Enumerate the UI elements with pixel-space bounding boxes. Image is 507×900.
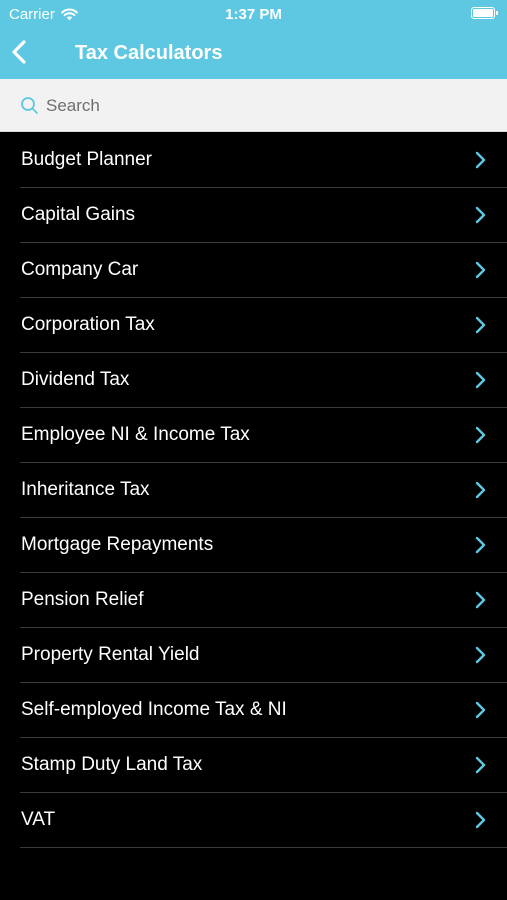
list-item-label: Budget Planner	[21, 149, 152, 170]
list-item-property-rental-yield[interactable]: Property Rental Yield	[0, 628, 507, 683]
chevron-right-icon	[475, 151, 486, 169]
list-item-label: Self-employed Income Tax & NI	[21, 699, 287, 720]
navigation-bar: Tax Calculators	[0, 28, 507, 79]
list-item-label: VAT	[21, 809, 56, 830]
calculator-list: Budget Planner Capital Gains Company Car…	[0, 133, 507, 848]
header-bar: Carrier 1:37 PM Tax Calculators	[0, 0, 507, 79]
list-item-label: Company Car	[21, 259, 139, 280]
list-item-dividend-tax[interactable]: Dividend Tax	[0, 353, 507, 408]
status-time: 1:37 PM	[225, 6, 282, 23]
chevron-right-icon	[475, 701, 486, 719]
list-item-label: Employee NI & Income Tax	[21, 424, 250, 445]
list-item-label: Mortgage Repayments	[21, 534, 214, 555]
status-bar: Carrier 1:37 PM	[0, 0, 507, 28]
chevron-right-icon	[475, 646, 486, 664]
list-item-label: Property Rental Yield	[21, 644, 200, 665]
chevron-left-icon	[12, 40, 26, 64]
page-title: Tax Calculators	[75, 42, 223, 64]
search-icon	[21, 97, 38, 114]
list-item-vat[interactable]: VAT	[0, 793, 507, 848]
list-item-pension-relief[interactable]: Pension Relief	[0, 573, 507, 628]
chevron-right-icon	[475, 316, 486, 334]
battery-icon	[471, 7, 498, 19]
list-item-label: Capital Gains	[21, 204, 136, 225]
list-item-company-car[interactable]: Company Car	[0, 243, 507, 298]
chevron-right-icon	[475, 206, 486, 224]
list-item-employee-ni-income-tax[interactable]: Employee NI & Income Tax	[0, 408, 507, 463]
list-item-self-employed-income-tax-ni[interactable]: Self-employed Income Tax & NI	[0, 683, 507, 738]
chevron-right-icon	[475, 481, 486, 499]
chevron-right-icon	[475, 426, 486, 444]
back-button[interactable]	[8, 36, 32, 68]
chevron-right-icon	[475, 811, 486, 829]
list-item-budget-planner[interactable]: Budget Planner	[0, 133, 507, 188]
chevron-right-icon	[475, 261, 486, 279]
list-item-inheritance-tax[interactable]: Inheritance Tax	[0, 463, 507, 518]
chevron-right-icon	[475, 536, 486, 554]
list-item-label: Inheritance Tax	[21, 479, 150, 500]
list-item-label: Stamp Duty Land Tax	[21, 754, 203, 775]
chevron-right-icon	[475, 371, 486, 389]
chevron-right-icon	[475, 756, 486, 774]
list-item-capital-gains[interactable]: Capital Gains	[0, 188, 507, 243]
search-input[interactable]	[46, 93, 486, 119]
list-item-mortgage-repayments[interactable]: Mortgage Repayments	[0, 518, 507, 573]
list-item-label: Corporation Tax	[21, 314, 155, 335]
list-item-label: Pension Relief	[21, 589, 144, 610]
chevron-right-icon	[475, 591, 486, 609]
list-item-stamp-duty-land-tax[interactable]: Stamp Duty Land Tax	[0, 738, 507, 793]
list-item-corporation-tax[interactable]: Corporation Tax	[0, 298, 507, 353]
list-item-label: Dividend Tax	[21, 369, 130, 390]
search-bar	[0, 79, 507, 132]
